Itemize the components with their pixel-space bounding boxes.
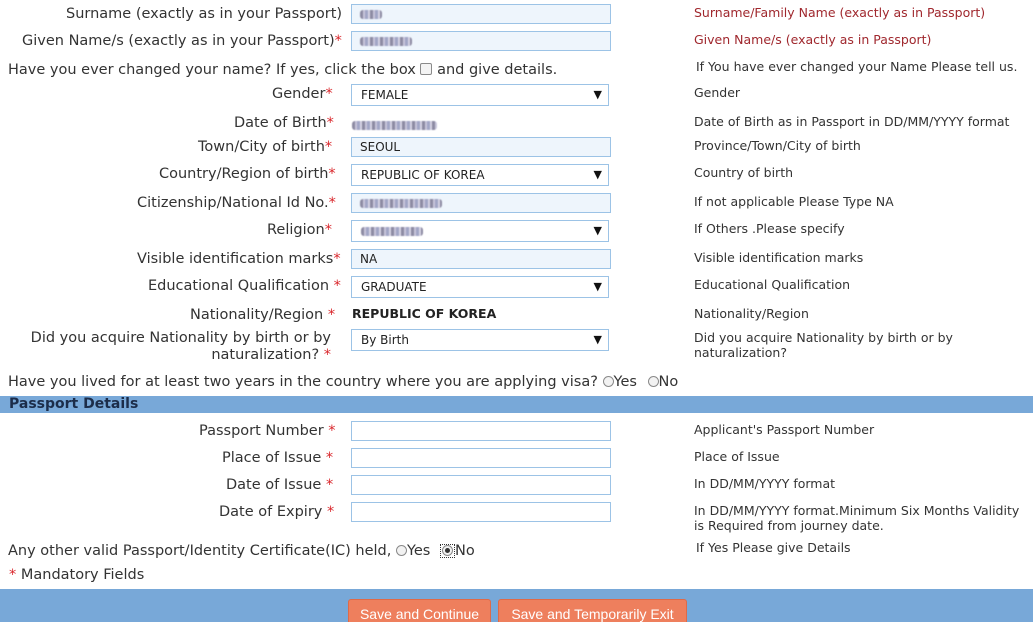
marks-input[interactable]: NA — [351, 249, 611, 269]
passport-section-header: Passport Details — [0, 396, 1033, 413]
dob-help: Date of Birth as in Passport in DD/MM/YY… — [694, 114, 1010, 129]
other-passport-no-focus — [439, 544, 455, 558]
dob-label: Date of Birth* — [234, 115, 334, 131]
surname-help: Surname/Family Name (exactly as in Passp… — [694, 5, 986, 20]
save-and-continue-button[interactable]: Save and Continue — [348, 599, 491, 622]
citizen-id-input[interactable] — [351, 193, 611, 213]
education-select[interactable]: GRADUATE ▼ — [351, 276, 609, 298]
citizen-id-help: If not applicable Please Type NA — [694, 194, 894, 209]
given-name-input[interactable] — [351, 31, 611, 51]
chevron-down-icon: ▼ — [593, 88, 602, 101]
gender-label: Gender* — [272, 86, 333, 102]
date-of-expiry-label: Date of Expiry * — [219, 504, 335, 520]
chevron-down-icon: ▼ — [593, 224, 602, 237]
footer-bar: Save and Continue Save and Temporarily E… — [0, 589, 1033, 622]
marks-help: Visible identification marks — [694, 250, 864, 265]
passport-number-input[interactable] — [351, 421, 611, 441]
place-of-issue-help: Place of Issue — [694, 449, 780, 464]
place-of-issue-label: Place of Issue * — [222, 450, 334, 466]
section-title: Passport Details — [9, 396, 139, 412]
religion-select[interactable]: ▼ — [351, 220, 609, 242]
passport-number-help: Applicant's Passport Number — [694, 422, 875, 437]
mandatory-note: * Mandatory Fields — [9, 567, 145, 583]
changed-name-help: If You have ever changed your Name Pleas… — [696, 59, 1018, 74]
date-of-issue-help: In DD/MM/YYYY format — [694, 476, 836, 491]
citizen-id-label: Citizenship/National Id No.* — [137, 195, 336, 211]
passport-number-label: Passport Number * — [199, 423, 336, 439]
surname-label: Surname (exactly as in your Passport) — [66, 6, 343, 22]
chevron-down-icon: ▼ — [593, 333, 602, 346]
education-help: Educational Qualification — [694, 277, 851, 292]
country-label: Country/Region of birth* — [159, 166, 336, 182]
given-name-help: Given Name/s (exactly as in Passport) — [694, 32, 932, 47]
redacted-religion — [361, 227, 423, 236]
date-of-expiry-help: In DD/MM/YYYY format.Minimum Six Months … — [694, 503, 1020, 533]
acquire-label: Did you acquire Nationality by birth or … — [30, 330, 331, 363]
save-and-exit-button[interactable]: Save and Temporarily Exit — [498, 599, 687, 622]
date-of-issue-input[interactable] — [351, 475, 611, 495]
other-passport-row: Any other valid Passport/Identity Certif… — [8, 543, 475, 559]
surname-input[interactable] — [351, 4, 611, 24]
changed-name-checkbox[interactable] — [420, 63, 433, 75]
town-label: Town/City of birth* — [198, 139, 333, 155]
religion-label: Religion* — [267, 222, 332, 238]
education-label: Educational Qualification * — [148, 278, 341, 294]
gender-help: Gender — [694, 85, 741, 100]
acquire-select[interactable]: By Birth ▼ — [351, 329, 609, 351]
nationality-help: Nationality/Region — [694, 306, 809, 321]
town-help: Province/Town/City of birth — [694, 138, 861, 153]
redacted-dob — [352, 121, 437, 130]
place-of-issue-input[interactable] — [351, 448, 611, 468]
redacted-surname — [360, 10, 382, 19]
other-passport-no-radio[interactable] — [441, 545, 453, 556]
town-input[interactable]: SEOUL — [351, 137, 611, 157]
date-of-expiry-input[interactable] — [351, 502, 611, 522]
changed-name-row: Have you ever changed your name? If yes,… — [8, 62, 558, 78]
religion-help: If Others .Please specify — [694, 221, 845, 236]
gender-select[interactable]: FEMALE ▼ — [351, 84, 609, 106]
marks-label: Visible identification marks* — [137, 251, 341, 267]
nationality-label: Nationality/Region * — [190, 307, 336, 323]
nationality-value: REPUBLIC OF KOREA — [352, 306, 497, 321]
other-passport-help: If Yes Please give Details — [696, 540, 851, 555]
lived-row: Have you lived for at least two years in… — [8, 374, 679, 390]
lived-no-radio[interactable] — [647, 376, 659, 387]
other-passport-yes-radio[interactable] — [395, 545, 407, 556]
chevron-down-icon: ▼ — [593, 280, 602, 293]
dob-value — [352, 115, 437, 134]
country-help: Country of birth — [694, 165, 794, 180]
acquire-help: Did you acquire Nationality by birth or … — [694, 330, 953, 360]
redacted-citizen-id — [360, 199, 442, 208]
given-name-label: Given Name/s (exactly as in your Passpor… — [22, 33, 342, 49]
lived-yes-radio[interactable] — [602, 376, 614, 387]
chevron-down-icon: ▼ — [593, 168, 602, 181]
country-select[interactable]: REPUBLIC OF KOREA ▼ — [351, 164, 609, 186]
date-of-issue-label: Date of Issue * — [226, 477, 334, 493]
redacted-given-name — [360, 37, 412, 46]
